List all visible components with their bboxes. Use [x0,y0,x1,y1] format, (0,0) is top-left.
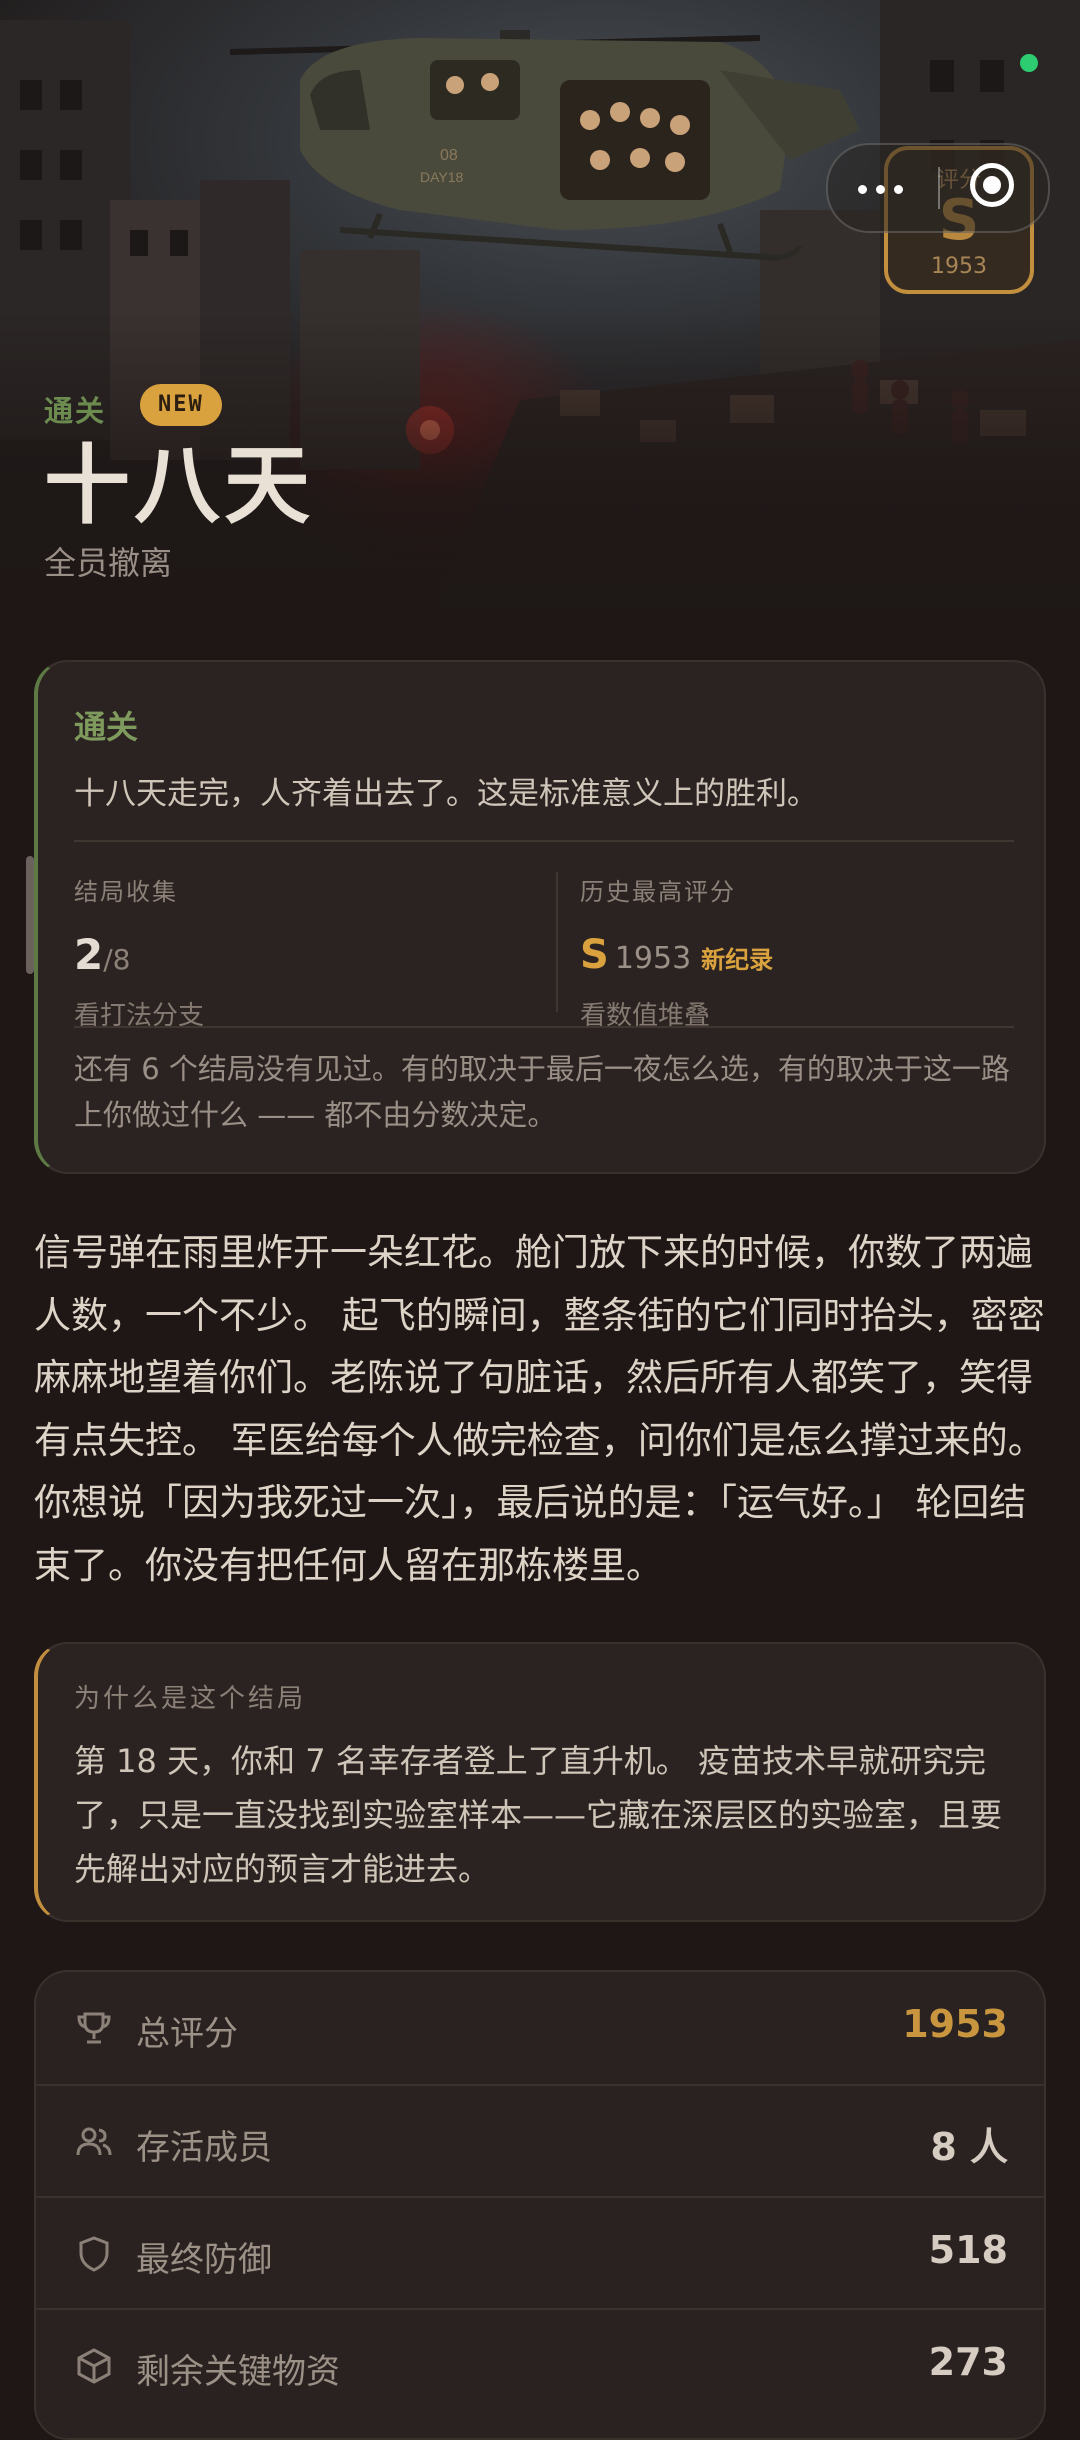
stat-value: 518 [928,2228,1008,2272]
stat-label: 总评分 [136,2014,238,2054]
stat-row-supplies: 剩余关键物资 273 [36,2308,1044,2422]
page-title: 十八天 [44,436,314,536]
result-column-divider [556,872,558,1012]
result-note: 还有 6 个结局没有见过。有的取决于最后一夜怎么选，有的取决于这一路上你做过什么… [74,1052,1010,1132]
side-scroll-handle[interactable] [26,856,34,974]
stat-label: 最终防御 [136,2240,272,2280]
stat-value: 273 [928,2340,1008,2384]
box-icon [77,2348,111,2384]
stat-row-survivors: 存活成员 8 人 [36,2084,1044,2198]
status-tag-clear: 通关 [44,394,107,428]
result-label: 通关 [74,708,139,746]
result-divider-bottom [74,1026,1014,1028]
result-divider-top [74,840,1014,842]
endings-header: 结局收集 [74,878,178,906]
best-score-value: 1953 [614,941,692,976]
stat-value: 8 人 [930,2125,1008,2169]
mini-program-capsule [826,143,1050,233]
why-text: 第 18 天，你和 7 名幸存者登上了直升机。 疫苗技术早就研究完了，只是一直没… [74,1742,1003,1888]
stats-panel: 总评分 1953 存活成员 8 人 最终防御 518 剩余关键物资 273 [34,1970,1046,2440]
grade-badge-score: 1953 [931,254,987,279]
helicopter-marking-2: DAY18 [420,169,464,185]
page-subtitle: 全员撤离 [44,544,173,582]
stat-row-total-score: 总评分 1953 [36,1972,1044,2084]
users-icon [76,2127,112,2156]
endings-total: 8 [112,943,131,976]
best-score[interactable]: 历史最高评分 S 1953 新纪录 看数值堆叠 [580,872,773,1032]
ending-story: 信号弹在雨里炸开一朵红花。舱门放下来的时候，你数了两遍人数，一个不少。 起飞的瞬… [34,1231,1045,1587]
more-icon[interactable] [858,185,908,194]
stat-label: 剩余关键物资 [136,2352,340,2392]
trophy-icon [77,2012,111,2044]
best-score-grade: S [580,932,609,978]
stat-label: 存活成员 [136,2128,272,2168]
stat-value: 1953 [902,2002,1008,2046]
helicopter-marking-1: 08 [440,147,458,164]
shield-icon [79,2236,109,2272]
capsule-divider [938,167,940,209]
endings-collection[interactable]: 结局收集 2/8 看打法分支 [74,872,204,1032]
new-record-badge: 新纪录 [701,946,774,974]
why-label: 为什么是这个结局 [74,1684,307,1714]
endings-count: 2 [74,930,104,979]
result-card: 通关 十八天走完，人齐着出去了。这是标准意义上的胜利。 结局收集 2/8 看打法… [34,660,1046,1174]
stat-row-defense: 最终防御 518 [36,2196,1044,2310]
result-description: 十八天走完，人齐着出去了。这是标准意义上的胜利。 [74,776,818,812]
close-target-icon[interactable] [970,163,1014,207]
new-badge: NEW [140,384,222,426]
best-score-header: 历史最高评分 [580,878,736,906]
status-indicator [1020,54,1038,72]
why-card: 为什么是这个结局 第 18 天，你和 7 名幸存者登上了直升机。 疫苗技术早就研… [34,1642,1046,1922]
